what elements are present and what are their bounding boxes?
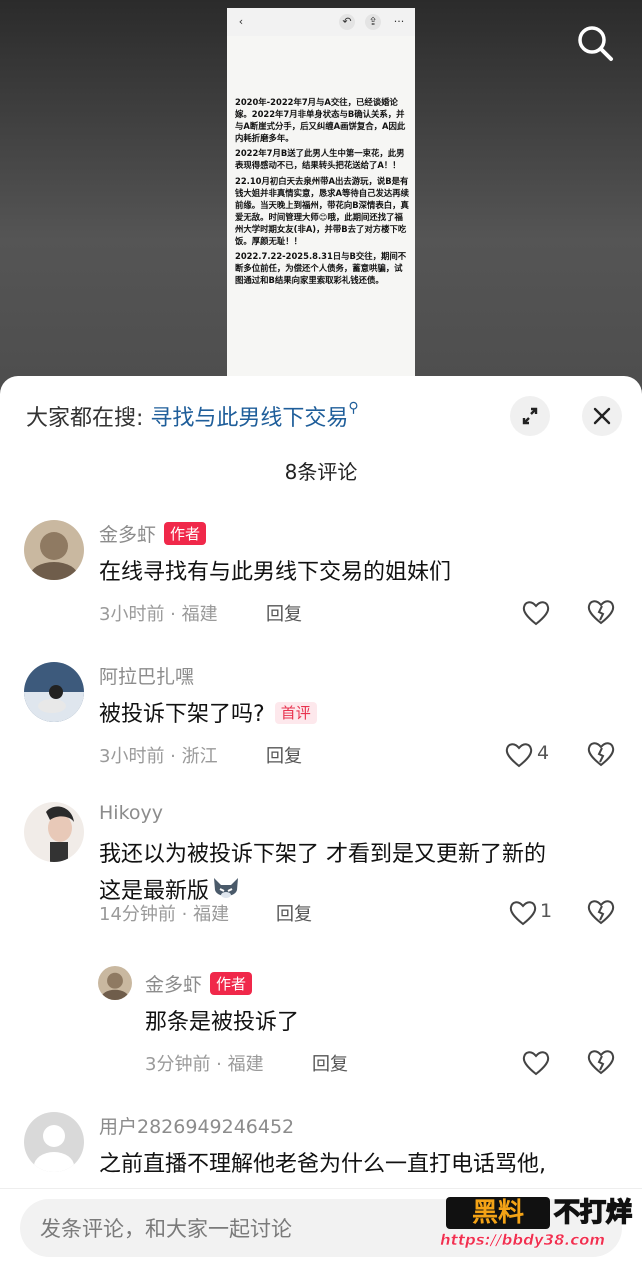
first-comment-badge: 首评 <box>274 702 317 724</box>
like-icon[interactable] <box>509 900 537 926</box>
search-suggestion[interactable]: 大家都在搜: 寻找与此男线下交易⚲ <box>26 400 359 432</box>
comment-meta: 14分钟前 · 福建 <box>99 904 230 925</box>
image-paragraph: 22.10月初白天去泉州带A出去游玩，说B是有钱大姐并非真情实意，恳求A等待自己… <box>235 175 409 247</box>
comment-username[interactable]: 金多虾 作者 <box>145 970 253 997</box>
expand-icon <box>522 407 538 425</box>
back-icon: ‹ <box>238 15 244 28</box>
like-count: 1 <box>540 900 553 922</box>
close-button[interactable] <box>582 396 622 436</box>
comment-username[interactable]: 阿拉巴扎嘿 <box>99 662 194 689</box>
username-text: 金多虾 <box>99 524 157 546</box>
search-small-icon: ⚲ <box>348 400 359 416</box>
like-count: 4 <box>537 742 550 764</box>
post-image-area: ‹ ↶ ⇪ ··· 2020年-2022年7月与A交往，已经谈婚论嫁。2022年… <box>0 0 642 400</box>
avatar[interactable] <box>24 1112 84 1172</box>
comment-input-bar: 发条评论，和大家一起讨论 黑料 不打烊 https://bbdy38.com <box>0 1188 642 1280</box>
author-badge: 作者 <box>210 972 253 995</box>
comment-sheet: 大家都在搜: 寻找与此男线下交易⚲ 8条评论 金多虾 作者 在线寻找有与此男线下交… <box>0 376 642 1280</box>
avatar[interactable] <box>24 662 84 722</box>
share-icon: ⇪ <box>365 14 381 30</box>
comment-username[interactable]: 金多虾 作者 <box>99 520 207 547</box>
comment-count-title: 8条评论 <box>284 460 358 484</box>
comment-meta: 3分钟前 · 福建 <box>145 1054 264 1075</box>
suggestion-keyword[interactable]: 寻找与此男线下交易 <box>150 406 348 431</box>
comment-username[interactable]: 用户2826949246452 <box>99 1112 294 1139</box>
undo-icon: ↶ <box>339 14 355 30</box>
image-text: 2020年-2022年7月与A交往，已经谈婚论嫁。2022年7月非单身状态与B确… <box>235 96 410 289</box>
search-icon[interactable] <box>576 24 616 64</box>
suggestion-prefix: 大家都在搜: <box>26 406 151 431</box>
expand-button[interactable] <box>510 396 550 436</box>
more-icon: ··· <box>393 15 405 28</box>
comment-meta: 3小时前 · 浙江 <box>99 746 218 767</box>
avatar[interactable] <box>24 802 84 862</box>
close-icon <box>593 407 611 425</box>
watermark-logo: 黑料 <box>446 1197 550 1229</box>
image-paragraph: 2022.7.22-2025.8.31日与B交往，期间不断多位前任，为偿还个人债… <box>235 251 407 286</box>
watermark: 黑料 不打烊 https://bbdy38.com <box>436 1191 636 1257</box>
comment-text-line: 我还以为被投诉下架了 才看到是又更新了新的 <box>99 842 546 867</box>
comment-text: 之前直播不理解他老爸为什么一直打电话骂他, <box>99 1152 546 1177</box>
author-badge: 作者 <box>164 522 207 545</box>
comment-text-content: 被投诉下架了吗? <box>99 702 265 727</box>
comment-item: 用户2826949246452 之前直播不理解他老爸为什么一直打电话骂他, <box>0 1110 642 1190</box>
dislike-icon[interactable] <box>587 898 615 926</box>
like-icon[interactable] <box>522 600 550 626</box>
like-icon[interactable] <box>522 1050 550 1076</box>
comment-text: 被投诉下架了吗? 首评 <box>99 696 317 733</box>
image-top-bar: ‹ ↶ ⇪ ··· <box>227 8 415 36</box>
dislike-icon[interactable] <box>587 598 615 626</box>
reply-button[interactable]: 回复 <box>266 742 302 768</box>
reply-item: 金多虾 作者 那条是被投诉了 3分钟前 · 福建 回复 <box>0 966 642 1076</box>
like-icon[interactable] <box>505 742 533 768</box>
avatar[interactable] <box>98 966 132 1000</box>
username-text: 金多虾 <box>145 974 203 996</box>
reply-button[interactable]: 回复 <box>276 900 312 926</box>
comment-text: 在线寻找有与此男线下交易的姐妹们 <box>99 560 452 585</box>
image-paragraph: 2020年-2022年7月与A交往，已经谈婚论嫁。2022年7月非单身状态与B确… <box>235 97 406 144</box>
comment-item: Hikoyy 我还以为被投诉下架了 才看到是又更新了新的 这是最新版 14分钟前… <box>0 802 642 962</box>
reply-button[interactable]: 回复 <box>312 1050 348 1076</box>
comment-meta: 3小时前 · 福建 <box>99 604 218 625</box>
dislike-icon[interactable] <box>587 740 615 768</box>
watermark-url: https://bbdy38.com <box>440 1231 606 1249</box>
post-image[interactable]: ‹ ↶ ⇪ ··· 2020年-2022年7月与A交往，已经谈婚论嫁。2022年… <box>227 8 415 380</box>
comment-item: 阿拉巴扎嘿 被投诉下架了吗? 首评 3小时前 · 浙江 回复 4 <box>0 658 642 778</box>
avatar[interactable] <box>24 520 84 580</box>
dislike-icon[interactable] <box>587 1048 615 1076</box>
reply-button[interactable]: 回复 <box>266 600 302 626</box>
image-paragraph: 2022年7月B送了此男人生中第一束花，此男表现得感动不已，结果转头把花送给了A… <box>235 148 405 171</box>
comment-text: 那条是被投诉了 <box>145 1010 300 1035</box>
comment-item: 金多虾 作者 在线寻找有与此男线下交易的姐妹们 3小时前 · 福建 回复 <box>0 516 642 636</box>
comment-username[interactable]: Hikoyy <box>99 802 163 824</box>
watermark-text: 不打烊 <box>553 1197 633 1229</box>
input-placeholder: 发条评论，和大家一起讨论 <box>40 1217 292 1241</box>
